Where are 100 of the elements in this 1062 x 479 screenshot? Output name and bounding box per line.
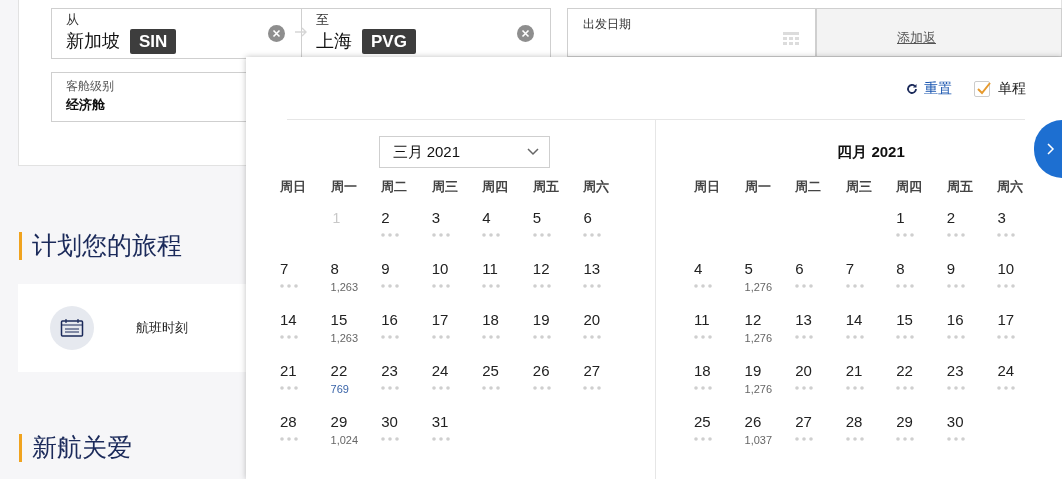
day-number[interactable]: 20 — [795, 361, 846, 381]
city-name: 上海 — [316, 30, 352, 53]
dots-icon — [381, 386, 400, 390]
day-number[interactable]: 25 — [694, 412, 745, 432]
day-number[interactable]: 14 — [280, 310, 331, 330]
dots-icon — [280, 335, 298, 339]
day-number[interactable]: 13 — [583, 259, 634, 279]
day-number[interactable]: 30 — [946, 412, 998, 432]
accent-bar — [19, 231, 22, 260]
dots-icon — [280, 284, 298, 288]
day-number[interactable]: 8 — [896, 259, 947, 279]
day-number[interactable]: 7 — [280, 259, 331, 279]
day-number[interactable]: 6 — [795, 259, 846, 279]
day-number[interactable]: 26 — [532, 361, 584, 381]
day-number[interactable]: 11 — [694, 310, 745, 330]
clear-icon[interactable] — [268, 25, 285, 42]
dots-icon — [482, 284, 501, 288]
day-number[interactable]: 2 — [946, 208, 998, 228]
day-number[interactable]: 15 — [896, 310, 947, 330]
day-number[interactable]: 10 — [997, 259, 1048, 279]
one-way-checkbox[interactable]: 单程 — [974, 78, 1026, 99]
weekday-label: 周日 — [280, 178, 306, 196]
day-number[interactable]: 17 — [997, 310, 1048, 330]
day-number[interactable]: 16 — [946, 310, 998, 330]
day-number[interactable]: 4 — [694, 259, 745, 279]
dots-icon — [795, 437, 814, 441]
day-number[interactable]: 27 — [583, 361, 634, 381]
clear-icon[interactable] — [517, 25, 534, 42]
reset-button[interactable]: 重置 — [906, 78, 952, 99]
day-number[interactable]: 5 — [532, 208, 584, 228]
dots-icon — [381, 284, 400, 288]
day-number[interactable]: 19 — [532, 310, 584, 330]
day-number[interactable]: 10 — [431, 259, 483, 279]
weekday-label: 周六 — [583, 178, 610, 196]
day-number[interactable]: 22 — [330, 361, 382, 381]
departure-date-field[interactable]: 出发日期 — [567, 8, 816, 57]
day-number[interactable]: 15 — [330, 310, 382, 330]
day-number[interactable]: 12 — [744, 310, 796, 330]
day-number[interactable]: 7 — [845, 259, 897, 279]
day-number[interactable]: 2 — [381, 208, 432, 228]
day-number[interactable]: 27 — [795, 412, 846, 432]
day-number[interactable]: 11 — [482, 259, 533, 279]
day-number[interactable]: 4 — [482, 208, 533, 228]
day-number[interactable]: 16 — [381, 310, 432, 330]
dots-icon — [795, 386, 814, 390]
day-number[interactable]: 18 — [482, 310, 533, 330]
dots-icon — [431, 284, 450, 288]
weekday-label: 周三 — [845, 178, 872, 196]
day-number[interactable]: 3 — [431, 208, 483, 228]
day-number[interactable]: 23 — [381, 361, 432, 381]
day-number[interactable]: 25 — [482, 361, 533, 381]
day-number[interactable]: 19 — [744, 361, 796, 381]
dots-icon — [845, 437, 864, 441]
checkbox[interactable] — [974, 80, 990, 97]
day-number[interactable]: 23 — [946, 361, 998, 381]
price-text: 1,263 — [330, 331, 360, 345]
day-number[interactable]: 6 — [583, 208, 634, 228]
day-number[interactable]: 1 — [896, 208, 947, 228]
price-text: 1,276 — [744, 382, 774, 396]
dots-icon — [946, 284, 965, 288]
dots-icon — [896, 437, 915, 441]
dots-icon — [532, 335, 551, 339]
dots-icon — [280, 437, 298, 441]
price-text: 1,276 — [744, 280, 774, 294]
day-number[interactable]: 9 — [381, 259, 432, 279]
dots-icon — [532, 284, 551, 288]
day-number[interactable]: 29 — [330, 412, 382, 432]
origin-field[interactable]: 从 新加坡 SIN — [51, 8, 302, 59]
city-name: 新加坡 — [66, 30, 120, 53]
day-number[interactable]: 12 — [532, 259, 584, 279]
day-number[interactable]: 3 — [997, 208, 1048, 228]
accent-bar — [19, 433, 22, 462]
day-number[interactable]: 31 — [431, 412, 483, 432]
dots-icon — [482, 335, 501, 339]
dots-icon — [997, 233, 1016, 237]
dots-icon — [583, 233, 602, 237]
day-number[interactable]: 17 — [431, 310, 483, 330]
day-number[interactable]: 18 — [694, 361, 745, 381]
day-number[interactable]: 21 — [280, 361, 331, 381]
day-number[interactable]: 9 — [946, 259, 998, 279]
airport-code: PVG — [362, 29, 416, 54]
destination-field[interactable]: 至 上海 PVG — [301, 8, 551, 59]
day-number[interactable]: 24 — [997, 361, 1048, 381]
dots-icon — [482, 233, 501, 237]
day-number[interactable]: 21 — [845, 361, 897, 381]
day-number[interactable]: 8 — [330, 259, 382, 279]
day-number[interactable]: 28 — [845, 412, 897, 432]
day-number[interactable]: 30 — [381, 412, 432, 432]
day-number[interactable]: 13 — [795, 310, 846, 330]
day-number[interactable]: 28 — [280, 412, 331, 432]
month-dropdown[interactable]: 三月 2021 — [378, 136, 550, 168]
dots-icon — [431, 233, 450, 237]
day-number[interactable]: 24 — [431, 361, 483, 381]
day-number[interactable]: 5 — [744, 259, 796, 279]
day-number[interactable]: 22 — [896, 361, 947, 381]
day-number[interactable]: 14 — [845, 310, 897, 330]
day-number[interactable]: 20 — [583, 310, 634, 330]
day-number[interactable]: 29 — [896, 412, 947, 432]
add-return-link[interactable]: 添加返 — [897, 30, 936, 45]
day-number[interactable]: 26 — [744, 412, 796, 432]
